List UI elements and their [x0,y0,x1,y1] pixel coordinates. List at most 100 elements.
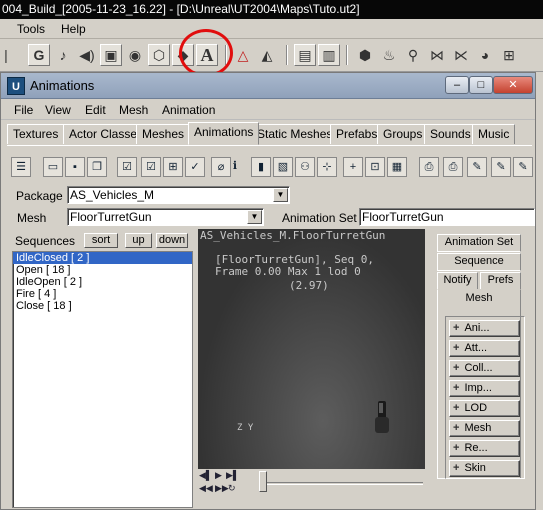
sequence-list[interactable]: IdleClosed [ 2 ] Open [ 18 ] IdleOpen [ … [12,251,193,508]
stop-icon[interactable]: ▶▶ [215,483,229,494]
maximize-button[interactable]: □ [469,76,493,94]
chevron-down-icon[interactable]: ▼ [247,210,262,224]
tab-animations[interactable]: Animations [188,122,260,145]
menu-file[interactable]: File [14,103,33,117]
menu-animation[interactable]: Animation [162,103,215,117]
list-item[interactable]: Close [ 18 ] [13,300,192,312]
eye-icon[interactable]: ◉ [124,44,146,66]
build-icon[interactable]: ◕ [474,44,496,66]
save-icon[interactable]: ▪ [65,157,85,177]
copy-icon[interactable]: ❐ [87,157,107,177]
package-combo[interactable]: AS_Vehicles_M ▼ [67,186,290,204]
collision-prop-button[interactable]: + Coll... [449,360,520,377]
browser-tabs: Textures Actor Classes Meshes Animations… [7,122,532,146]
tab-animation-set[interactable]: Animation Set [437,234,521,252]
list-item[interactable]: Fire [ 4 ] [13,288,192,300]
rewind-icon[interactable]: ◀◀ [199,483,213,494]
tab-mesh[interactable]: Mesh [438,290,520,306]
window-title-bar[interactable]: U Animations – □ ✕ [1,73,535,99]
normals-icon[interactable]: ⊹ [317,157,337,177]
prop-label: Coll... [464,362,493,374]
chevron-down-icon[interactable]: ▼ [273,188,288,202]
mesh-prop-button[interactable]: + Mesh [449,420,520,437]
timeline-slider[interactable] [259,471,267,492]
tab-prefabs[interactable]: Prefabs [330,124,384,144]
tab-sounds[interactable]: Sounds [424,124,477,144]
minimize-button[interactable]: – [445,76,469,94]
menu-edit[interactable]: Edit [85,103,106,117]
skeleton-icon[interactable]: ⚇ [295,157,315,177]
timeline-track[interactable] [263,482,423,485]
sort-button[interactable]: sort [84,233,118,248]
redigest-prop-button[interactable]: + Re... [449,440,520,457]
menu-view[interactable]: View [45,103,71,117]
bounds-icon[interactable]: ⊡ [365,157,385,177]
lod-prop-button[interactable]: + LOD [449,400,520,417]
tab-music[interactable]: Music [472,124,516,144]
bone-icon[interactable]: ▮ [251,157,271,177]
tab-prefs[interactable]: Prefs [480,272,521,290]
list-item[interactable]: Open [ 18 ] [13,264,192,276]
mesh-combo[interactable]: FloorTurretGun ▼ [67,208,264,226]
list-item[interactable]: IdleClosed [ 2 ] [13,252,192,264]
expand-icon: + [453,342,460,354]
print-icon[interactable]: ⎙ [419,157,439,177]
prop-label: Att... [464,342,488,354]
settings-icon[interactable]: ⊞ [498,44,520,66]
tab-textures[interactable]: Textures [7,124,65,144]
tab-sequence[interactable]: Sequence [437,253,521,271]
window-title: Animations [30,78,95,93]
triangle-icon[interactable]: △ [232,44,254,66]
animset-field[interactable]: FloorTurretGun [359,208,535,226]
path-icon[interactable]: ⋈ [426,44,448,66]
path-red-icon[interactable]: ⋉ [450,44,472,66]
down-button[interactable]: down [156,233,188,248]
open-folder-icon[interactable]: ▭ [43,157,63,177]
menu-help[interactable]: Help [61,22,86,36]
actor-icon[interactable]: ▤ [294,44,316,66]
edit-icon[interactable]: ✎ [467,157,487,177]
pipe-icon[interactable]: | [2,44,10,66]
play-icon[interactable]: ▶ [215,470,222,481]
wire-icon[interactable]: ▧ [273,157,293,177]
light-icon[interactable]: ♨ [378,44,400,66]
crosshair-icon[interactable]: + [343,157,363,177]
print2-icon[interactable]: ⎙ [443,157,463,177]
sound-icon[interactable]: ◀) [76,44,98,66]
check-plus-icon[interactable]: ✓ [185,157,205,177]
browser-icon[interactable]: ☰ [11,157,31,177]
texture-icon[interactable]: ▣ [100,44,122,66]
music-icon[interactable]: ♪ [52,44,74,66]
edit2-icon[interactable]: ✎ [491,157,511,177]
bulb-icon[interactable]: ⚲ [402,44,424,66]
skin-prop-button[interactable]: + Skin [449,460,520,477]
anim-prop-button[interactable]: + Ani... [449,320,520,337]
terrain-icon[interactable]: ◭ [256,44,278,66]
info-icon[interactable]: ℹ [225,157,245,177]
step-forward-icon[interactable]: ▶▌ [226,470,239,481]
add-icon[interactable]: ⊞ [163,157,183,177]
tab-notify[interactable]: Notify [437,272,478,290]
mesh-icon[interactable]: ⬡ [148,44,170,66]
close-button[interactable]: ✕ [493,76,533,94]
up-button[interactable]: up [125,233,152,248]
viewport-scene[interactable]: AS_Vehicles_M.FloorTurretGun [FloorTurre… [198,229,425,469]
tab-meshes[interactable]: Meshes [136,124,191,144]
step-back-icon[interactable]: ◀▌ [199,470,212,481]
group-icon[interactable]: ▥ [318,44,340,66]
import-prop-button[interactable]: + Imp... [449,380,520,397]
menu-mesh[interactable]: Mesh [119,103,148,117]
edit3-icon[interactable]: ✎ [513,157,533,177]
edit-check-icon[interactable]: ☑ [117,157,137,177]
list-item[interactable]: IdleOpen [ 2 ] [13,276,192,288]
g-icon[interactable]: G [28,44,50,66]
attach-prop-button[interactable]: + Att... [449,340,520,357]
menu-tools[interactable]: Tools [17,22,45,36]
collision-icon[interactable]: ▦ [387,157,407,177]
expand-icon: + [453,462,460,474]
edit-check2-icon[interactable]: ☑ [141,157,161,177]
tab-groups[interactable]: Groups [377,124,429,144]
cube-icon[interactable]: ⬢ [354,44,376,66]
tab-static-meshes[interactable]: Static Meshes [251,124,339,144]
loop-icon[interactable]: ↻ [228,483,236,494]
